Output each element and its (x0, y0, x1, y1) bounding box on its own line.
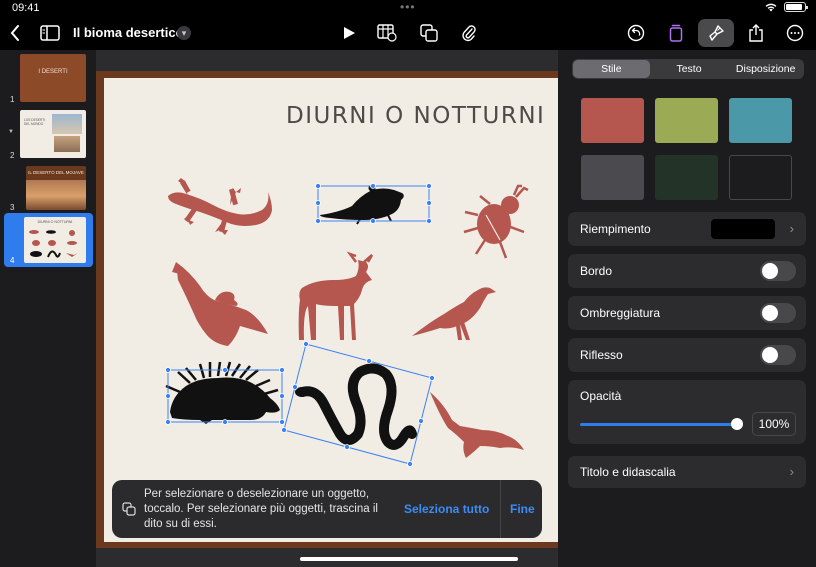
fill-label: Riempimento (580, 222, 651, 236)
opacity-slider-track[interactable] (580, 423, 736, 426)
format-button[interactable] (698, 19, 734, 47)
undo-button[interactable] (625, 18, 647, 48)
undo-icon (627, 24, 645, 42)
opacity-row: Opacità 100% (568, 380, 806, 444)
insert-shape-button[interactable] (417, 18, 441, 48)
back-button[interactable] (6, 18, 24, 48)
document-stack-icon (669, 24, 683, 42)
tab-text[interactable]: Testo (651, 59, 728, 79)
fill-color-swatch (711, 219, 775, 239)
fill-row[interactable]: Riempimento › (568, 212, 806, 246)
slide-thumbnail-title: IL DESERTO DEL MOJAVE (28, 170, 84, 175)
divider (500, 480, 501, 538)
battery-icon (784, 2, 808, 12)
slide-navigator: 1 I DESERTI 2 ▼ LOS DESERTI DEL MONDO 3 … (0, 50, 96, 567)
chevron-right-icon: › (789, 221, 794, 236)
inspector-tabs: Stile Testo Disposizione (572, 59, 804, 79)
thumbnail-photo (52, 114, 82, 134)
status-bar: 09:41 ••• (0, 0, 816, 16)
group-disclosure-icon[interactable]: ▼ (8, 129, 14, 135)
sidebar-icon (40, 25, 60, 41)
thumbnail-animals (29, 230, 78, 258)
hint-text: Per selezionare o deselezionare un ogget… (144, 488, 378, 530)
paperclip-icon (462, 25, 476, 42)
style-swatch-teal[interactable] (729, 98, 792, 143)
style-swatch-black[interactable] (729, 155, 792, 200)
tab-arrange[interactable]: Disposizione (727, 59, 804, 79)
slide-number: 1 (10, 95, 15, 104)
tab-style[interactable]: Stile (573, 60, 650, 78)
opacity-slider-knob[interactable] (731, 418, 743, 430)
slide-thumbnail-1[interactable]: I DESERTI (20, 54, 86, 102)
play-button[interactable] (338, 18, 360, 48)
shadow-toggle[interactable] (760, 303, 796, 323)
table-icon (377, 24, 397, 42)
multi-select-icon (122, 502, 136, 516)
slide-number: 3 (10, 203, 15, 212)
wifi-icon (765, 3, 777, 12)
slide-thumbnail-3[interactable]: IL DESERTO DEL MOJAVE (26, 166, 86, 210)
document-title[interactable]: Il bioma desertico (73, 25, 184, 40)
style-swatch-red[interactable] (581, 98, 644, 143)
slide-canvas[interactable] (104, 78, 558, 542)
paintbrush-icon (709, 25, 724, 41)
share-icon (749, 24, 763, 42)
opacity-value-field[interactable]: 100% (752, 412, 796, 436)
border-label: Bordo (580, 264, 613, 278)
slide-thumbnail-2[interactable]: LOS DESERTI DEL MONDO (20, 110, 86, 158)
slide-title[interactable]: DIURNI O NOTTURNI (286, 103, 545, 129)
reflection-toggle[interactable] (760, 345, 796, 365)
shapes-icon (420, 24, 438, 42)
status-time: 09:41 (12, 2, 40, 14)
insert-media-button[interactable] (458, 18, 480, 48)
chevron-right-icon: › (789, 464, 794, 479)
share-button[interactable] (745, 18, 767, 48)
slide-thumbnail-title: I DESERTI (38, 69, 68, 75)
border-toggle[interactable] (760, 261, 796, 281)
collaborate-button[interactable] (666, 18, 686, 48)
reflection-label: Riflesso (580, 348, 623, 362)
chevron-down-icon[interactable]: ▾ (177, 26, 191, 40)
selection-hint-banner: Per selezionare o deselezionare un ogget… (112, 480, 542, 538)
slide-number: 4 (10, 256, 15, 265)
reflection-row: Riflesso (568, 338, 806, 372)
style-swatch-gray[interactable] (581, 155, 644, 200)
border-row: Bordo (568, 254, 806, 288)
multitasking-dots-icon[interactable]: ••• (400, 0, 416, 14)
chevron-left-icon (10, 25, 19, 41)
opacity-label: Opacità (580, 389, 622, 403)
sidebar-toggle-button[interactable] (38, 18, 62, 48)
slide-number: 2 (10, 151, 15, 160)
style-swatch-green[interactable] (655, 98, 718, 143)
more-button[interactable] (784, 18, 806, 48)
more-icon (786, 24, 804, 42)
insert-table-button[interactable] (375, 18, 399, 48)
title-caption-label: Titolo e didascalia (580, 465, 676, 479)
shadow-row: Ombreggiatura (568, 296, 806, 330)
slide-thumbnail-4[interactable]: DIURNI O NOTTURNI (24, 217, 86, 263)
play-icon (344, 27, 355, 39)
slide-thumbnail-title: LOS DESERTI DEL MONDO (24, 118, 46, 126)
style-swatch-dark-green[interactable] (655, 155, 718, 200)
format-inspector: Stile Testo Disposizione Riempimento › B… (558, 50, 816, 567)
title-caption-row[interactable]: Titolo e didascalia › (568, 456, 806, 488)
select-all-button[interactable]: Seleziona tutto (404, 502, 489, 516)
shadow-label: Ombreggiatura (580, 306, 661, 320)
toolbar: Il bioma desertico ▾ (0, 18, 816, 50)
thumbnail-photo (54, 136, 80, 152)
done-button[interactable]: Fine (510, 502, 535, 516)
home-indicator[interactable] (300, 557, 518, 561)
